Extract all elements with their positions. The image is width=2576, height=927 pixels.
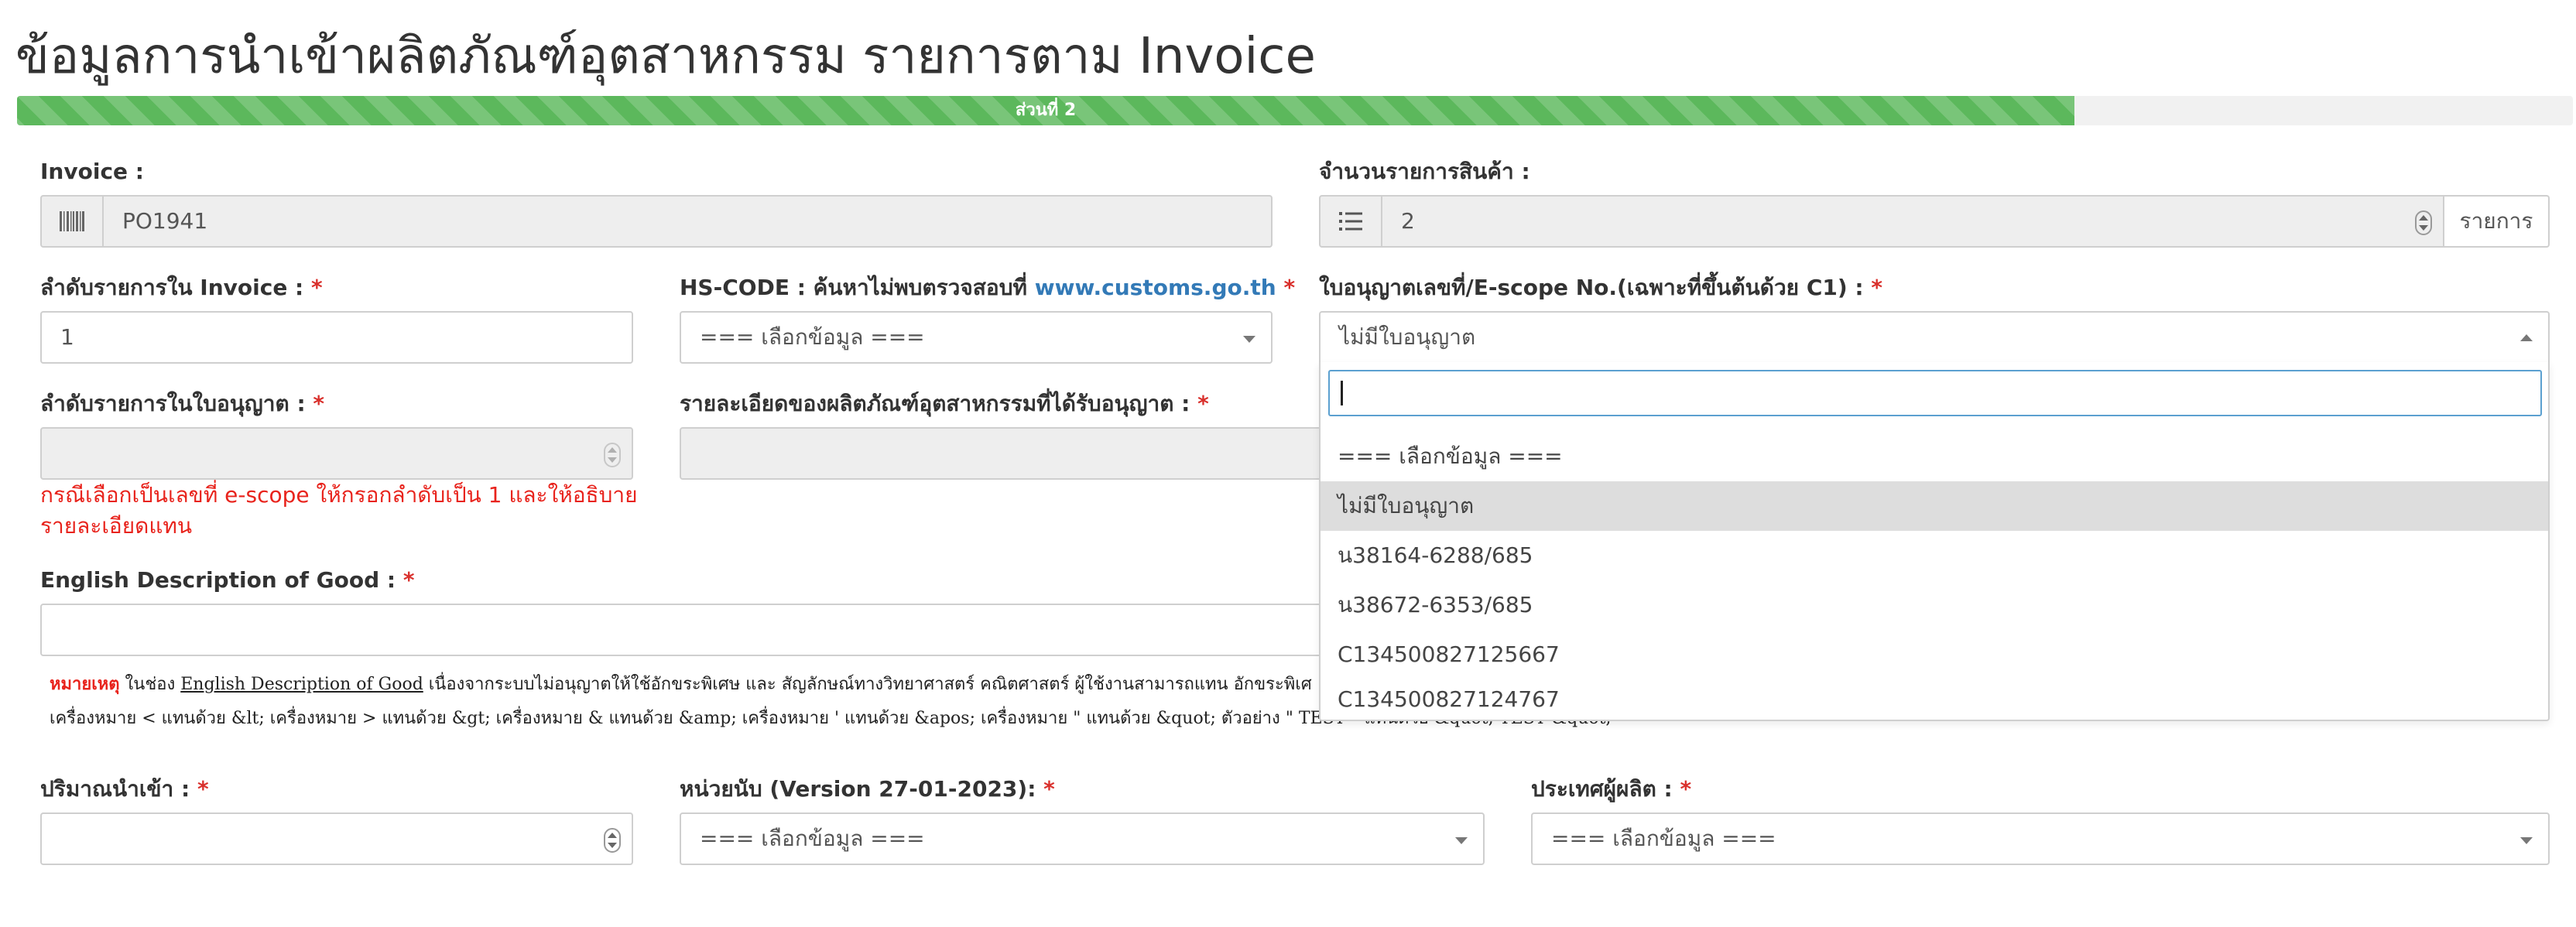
english-desc-label-text: English Description of Good :	[40, 567, 396, 593]
unit-value: === เลือกข้อมูล ===	[700, 826, 925, 851]
customs-link[interactable]: www.customs.go.th	[1035, 275, 1276, 300]
license-option[interactable]: น38164-6288/685	[1321, 531, 2548, 580]
unit-label: หน่วยนับ (Version 27-01-2023): *	[680, 775, 1055, 803]
help-line-2: รายละเอียดแทน	[40, 513, 192, 539]
unit-label-text: หน่วยนับ (Version 27-01-2023):	[680, 776, 1036, 802]
invoice-input[interactable]: PO1941	[102, 195, 1273, 248]
license-seq-help: กรณีเลือกเป็นเลขที่ e-scope ให้กรอกลำดับ…	[40, 480, 652, 542]
license-seq-label-text: ลำดับรายการในใบอนุญาต :	[40, 391, 306, 416]
item-count-unit: รายการ	[2443, 195, 2550, 248]
required-mark: *	[1680, 776, 1692, 802]
hs-code-label: HS-CODE : ค้นหาไม่พบตรวจสอบที่ www.custo…	[680, 274, 1295, 302]
license-option[interactable]: C134500827125667	[1321, 630, 2548, 679]
required-mark: *	[1043, 776, 1055, 802]
list-icon	[1319, 195, 1382, 248]
license-label-text: ใบอนุญาตเลขที่/E-scope No.(เฉพาะที่ขึ้นต…	[1319, 275, 1864, 300]
product-detail-label: รายละเอียดของผลิตภัณฑ์อุตสาหกรรมที่ได้รั…	[680, 390, 1209, 418]
required-mark: *	[1197, 391, 1209, 416]
country-select[interactable]: === เลือกข้อมูล ===	[1531, 812, 2550, 865]
license-select[interactable]: ไม่มีใบอนุญาต	[1319, 311, 2550, 364]
item-count-label: จำนวนรายการสินค้า :	[1319, 159, 1530, 184]
progress-fill: ส่วนที่ 2	[17, 96, 2075, 125]
note-prefix: หมายเหตุ	[50, 674, 120, 694]
hs-code-select[interactable]: === เลือกข้อมูล ===	[680, 311, 1273, 364]
invoice-seq-input[interactable]: 1	[40, 311, 633, 364]
country-label: ประเทศผู้ผลิต : *	[1531, 775, 1691, 803]
license-option[interactable]: น38672-6353/685	[1321, 580, 2548, 630]
invoice-seq-label-text: ลำดับรายการใน Invoice :	[40, 275, 304, 300]
progress-label: ส่วนที่ 2	[1015, 101, 1077, 120]
barcode-icon	[40, 195, 104, 248]
note-text: ในช่อง	[119, 675, 181, 694]
chevron-down-icon	[1455, 837, 1468, 844]
progress-bar: ส่วนที่ 2	[17, 96, 2573, 125]
license-seq-spinner[interactable]	[604, 443, 621, 467]
license-value: ไม่มีใบอนุญาต	[1339, 324, 1476, 350]
help-line-1: กรณีเลือกเป็นเลขที่ e-scope ให้กรอกลำดับ…	[40, 482, 638, 508]
quantity-input[interactable]	[40, 812, 633, 865]
license-dropdown: === เลือกข้อมูล === ไม่มีใบอนุญาต น38164…	[1319, 362, 2550, 721]
hs-code-value: === เลือกข้อมูล ===	[700, 324, 925, 350]
required-mark: *	[1871, 275, 1883, 300]
chevron-down-icon	[1243, 336, 1255, 343]
quantity-label: ปริมาณนำเข้า : *	[40, 775, 209, 803]
license-option[interactable]: === เลือกข้อมูล ===	[1321, 432, 2548, 481]
quantity-label-text: ปริมาณนำเข้า :	[40, 776, 190, 802]
text-cursor	[1341, 381, 1343, 405]
page-title: ข้อมูลการนำเข้าผลิตภัณฑ์อุตสาหกรรม รายกา…	[15, 28, 1316, 85]
required-mark: *	[311, 275, 323, 300]
country-value: === เลือกข้อมูล ===	[1551, 826, 1776, 851]
note-underline: English Description of Good	[180, 675, 423, 694]
chevron-down-icon	[2520, 837, 2533, 844]
quantity-spinner[interactable]	[604, 828, 621, 853]
chevron-up-icon	[2520, 334, 2533, 341]
license-option[interactable]: C134500827124767	[1321, 679, 2548, 720]
product-detail-label-text: รายละเอียดของผลิตภัณฑ์อุตสาหกรรมที่ได้รั…	[680, 391, 1190, 416]
hs-code-label-text: HS-CODE : ค้นหาไม่พบตรวจสอบที่	[680, 275, 1027, 300]
required-mark: *	[197, 776, 209, 802]
country-label-text: ประเทศผู้ผลิต :	[1531, 776, 1673, 802]
license-label: ใบอนุญาตเลขที่/E-scope No.(เฉพาะที่ขึ้นต…	[1319, 274, 1882, 302]
required-mark: *	[1283, 275, 1296, 300]
item-count-value: 2	[1401, 208, 1415, 234]
license-search-input[interactable]	[1328, 370, 2542, 416]
invoice-seq-label: ลำดับรายการใน Invoice : *	[40, 274, 323, 302]
license-option-selected[interactable]: ไม่มีใบอนุญาต	[1321, 481, 2548, 531]
invoice-label: Invoice :	[40, 159, 144, 184]
unit-select[interactable]: === เลือกข้อมูล ===	[680, 812, 1485, 865]
item-count-input[interactable]: 2	[1381, 195, 2444, 248]
item-count-spinner[interactable]	[2415, 210, 2432, 235]
required-mark: *	[402, 567, 415, 593]
note-text-2: เนื่องจากระบบไม่อนุญาตให้ใช้อักขระพิเศษ …	[423, 675, 1312, 694]
english-desc-label: English Description of Good : *	[40, 566, 415, 594]
license-seq-input[interactable]	[40, 427, 633, 480]
license-seq-label: ลำดับรายการในใบอนุญาต : *	[40, 390, 324, 418]
required-mark: *	[313, 391, 325, 416]
